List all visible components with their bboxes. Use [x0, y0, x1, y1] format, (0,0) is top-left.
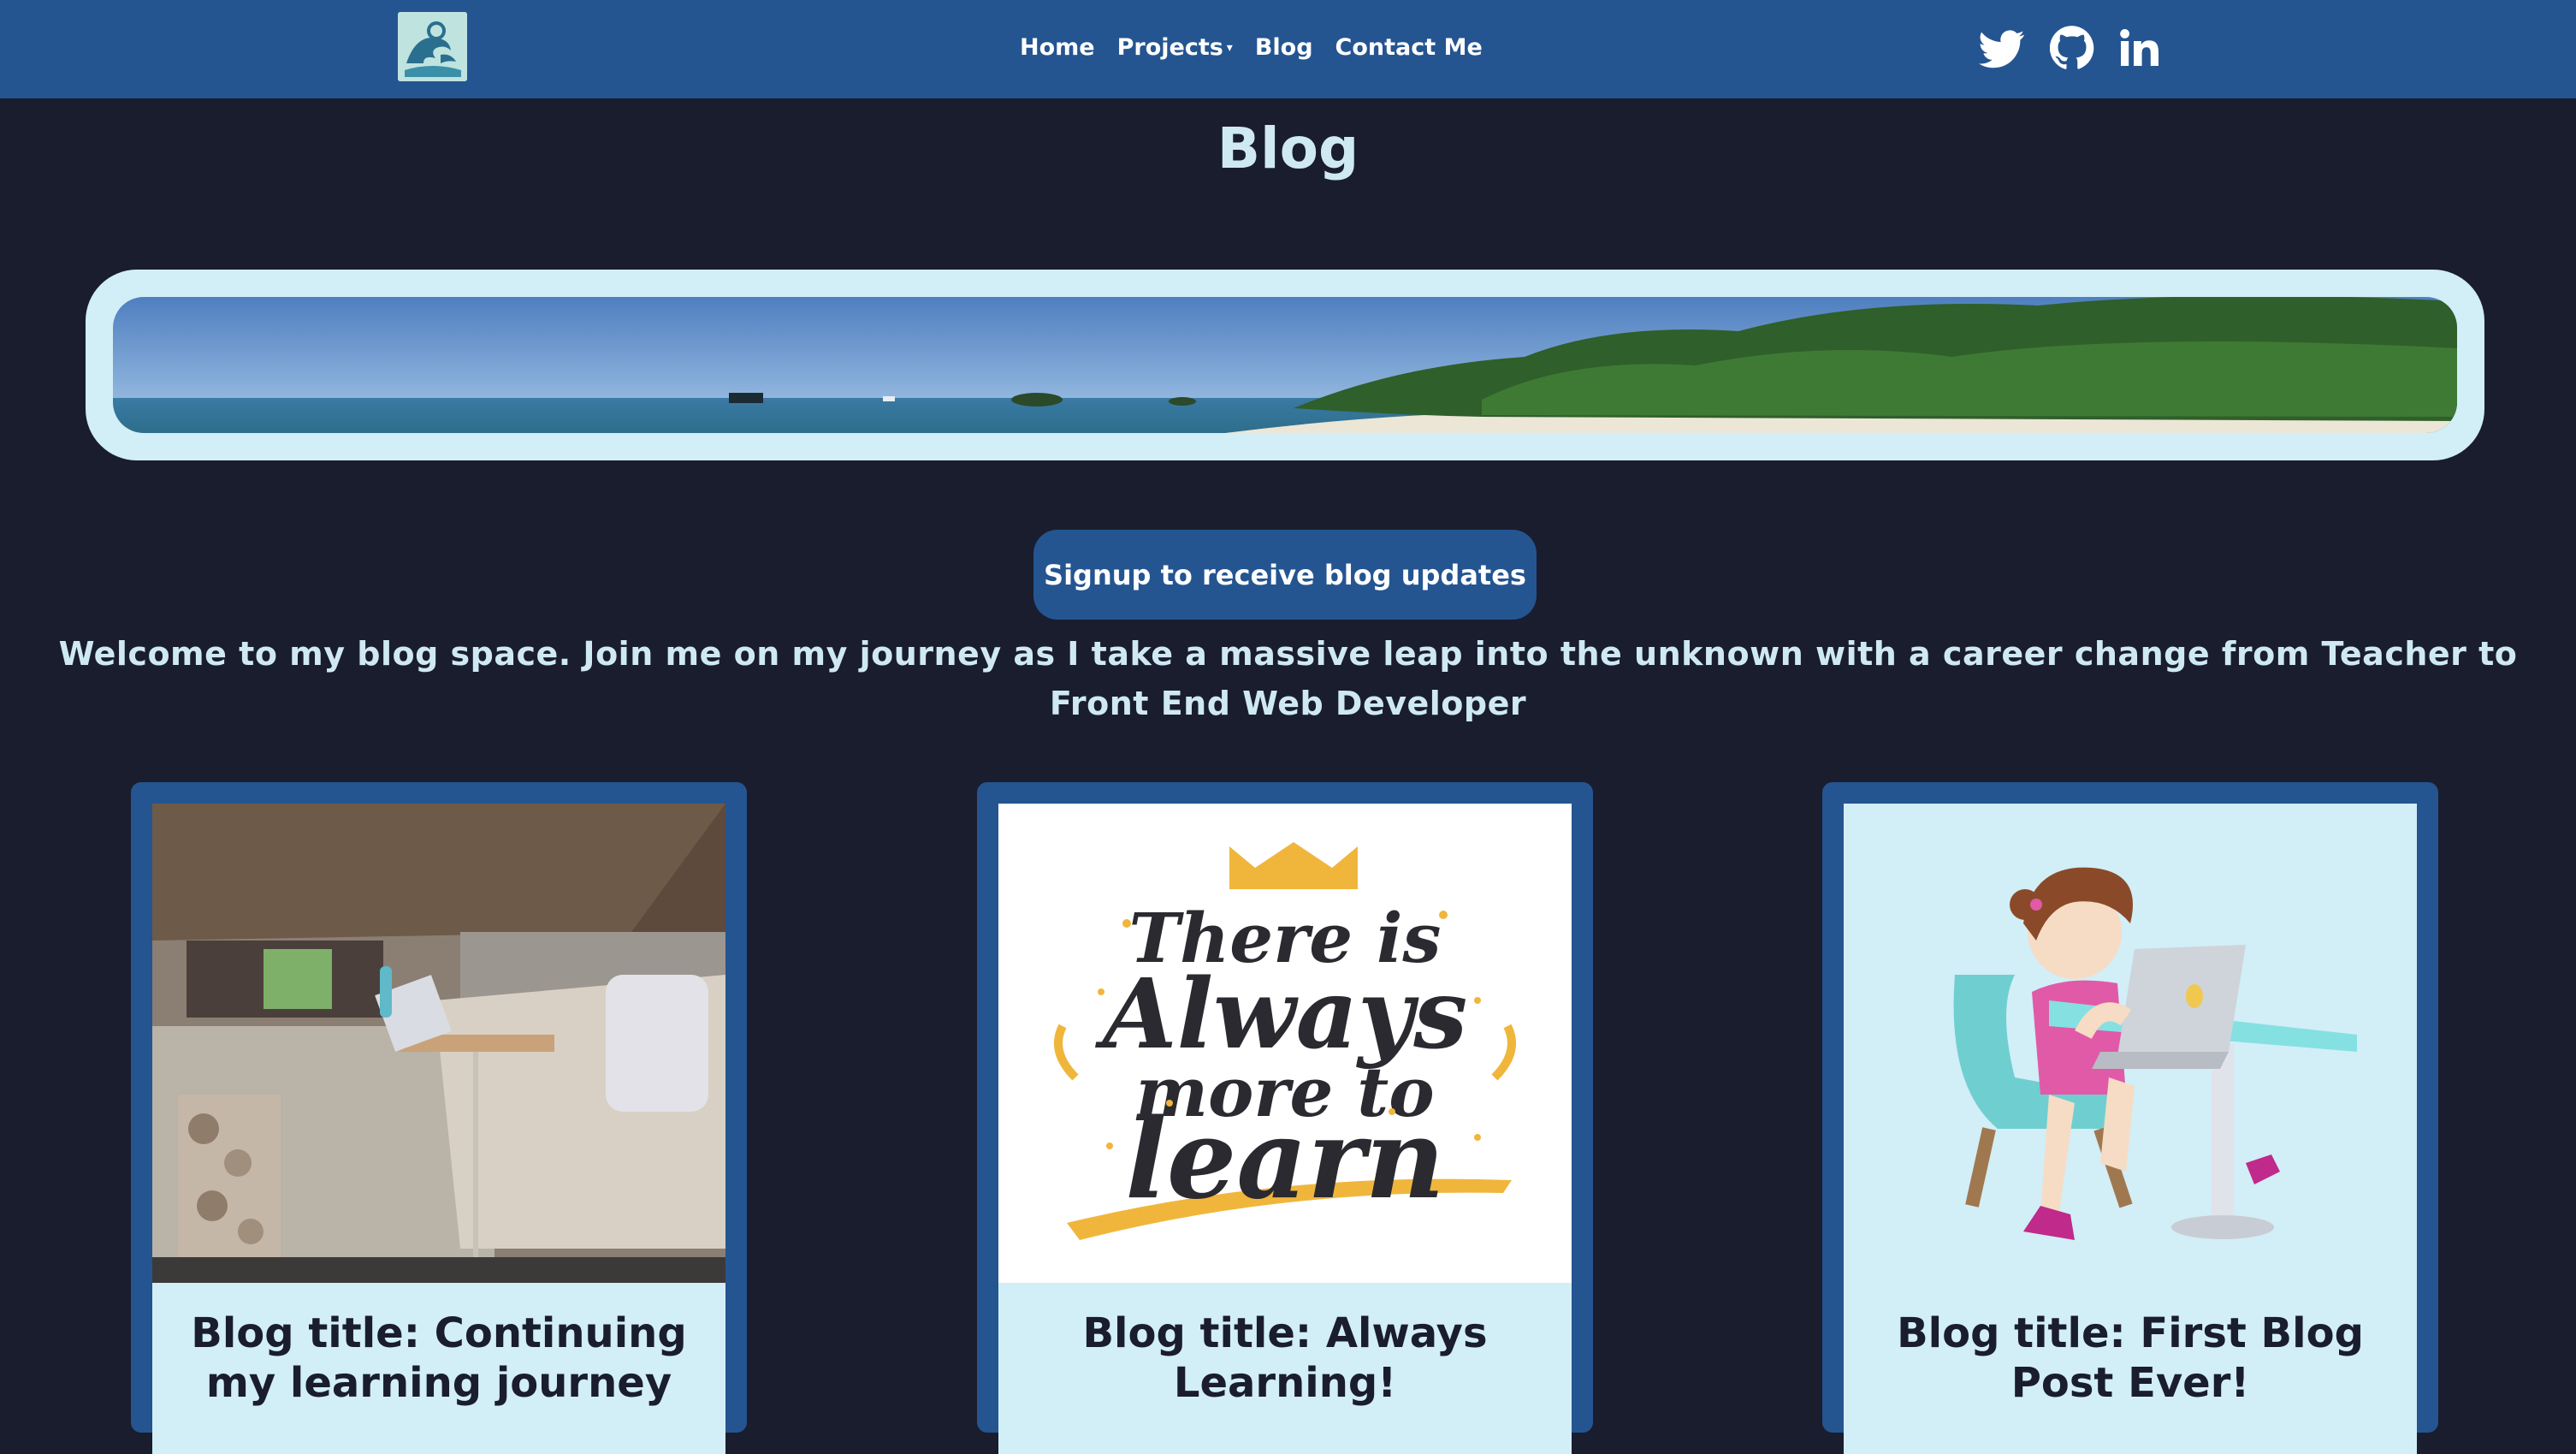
welcome-text: Welcome to my blog space. Join me on my …: [58, 635, 2518, 722]
blog-card-body: Blog title: First Blog Post Ever!: [1844, 1283, 2417, 1454]
blog-card-title[interactable]: Blog title: Continuing my learning journ…: [152, 1283, 725, 1408]
navbar: Home Projects ▾ Blog Contact Me: [0, 0, 2576, 98]
page-title: Blog: [1217, 116, 1359, 181]
nav-blog-link[interactable]: Blog: [1255, 34, 1313, 61]
nav-home-link[interactable]: Home: [1020, 34, 1095, 61]
nav-contact-link[interactable]: Contact Me: [1335, 34, 1483, 61]
site-logo[interactable]: [398, 12, 467, 81]
blog-card[interactable]: Blog title: Continuing my learning journ…: [131, 782, 747, 1454]
wave-logo-icon: [398, 12, 467, 81]
always-learning-image: There is Always more to learn: [998, 804, 1572, 1283]
nav-projects-dropdown[interactable]: Projects ▾: [1117, 34, 1233, 61]
blog-card-body: Blog title: Always Learning!: [998, 1283, 1572, 1454]
blog-card-body: Blog title: Continuing my learning journ…: [152, 1283, 725, 1454]
blog-card-title[interactable]: Blog title: First Blog Post Ever!: [1844, 1283, 2417, 1408]
blog-card-title[interactable]: Blog title: Always Learning!: [998, 1283, 1572, 1408]
github-icon[interactable]: [2050, 19, 2094, 75]
beach-banner-image: [113, 297, 2457, 433]
campervan-image: [152, 804, 725, 1283]
nav-projects-label: Projects: [1116, 33, 1223, 61]
signup-button[interactable]: Signup to receive blog updates: [1033, 530, 1537, 620]
girl-laptop-image: [1844, 804, 2417, 1283]
caret-down-icon: ▾: [1226, 41, 1233, 55]
banner-frame: [86, 270, 2484, 460]
blog-card[interactable]: There is Always more to learn Blog title…: [977, 782, 1593, 1454]
nav-menu: Home Projects ▾ Blog Contact Me: [1020, 26, 1483, 68]
poster-line-4: learn: [1125, 1095, 1445, 1224]
blog-card[interactable]: Blog title: First Blog Post Ever!: [1822, 782, 2438, 1454]
linkedin-icon[interactable]: [2119, 19, 2160, 75]
twitter-icon[interactable]: [1979, 19, 2025, 75]
